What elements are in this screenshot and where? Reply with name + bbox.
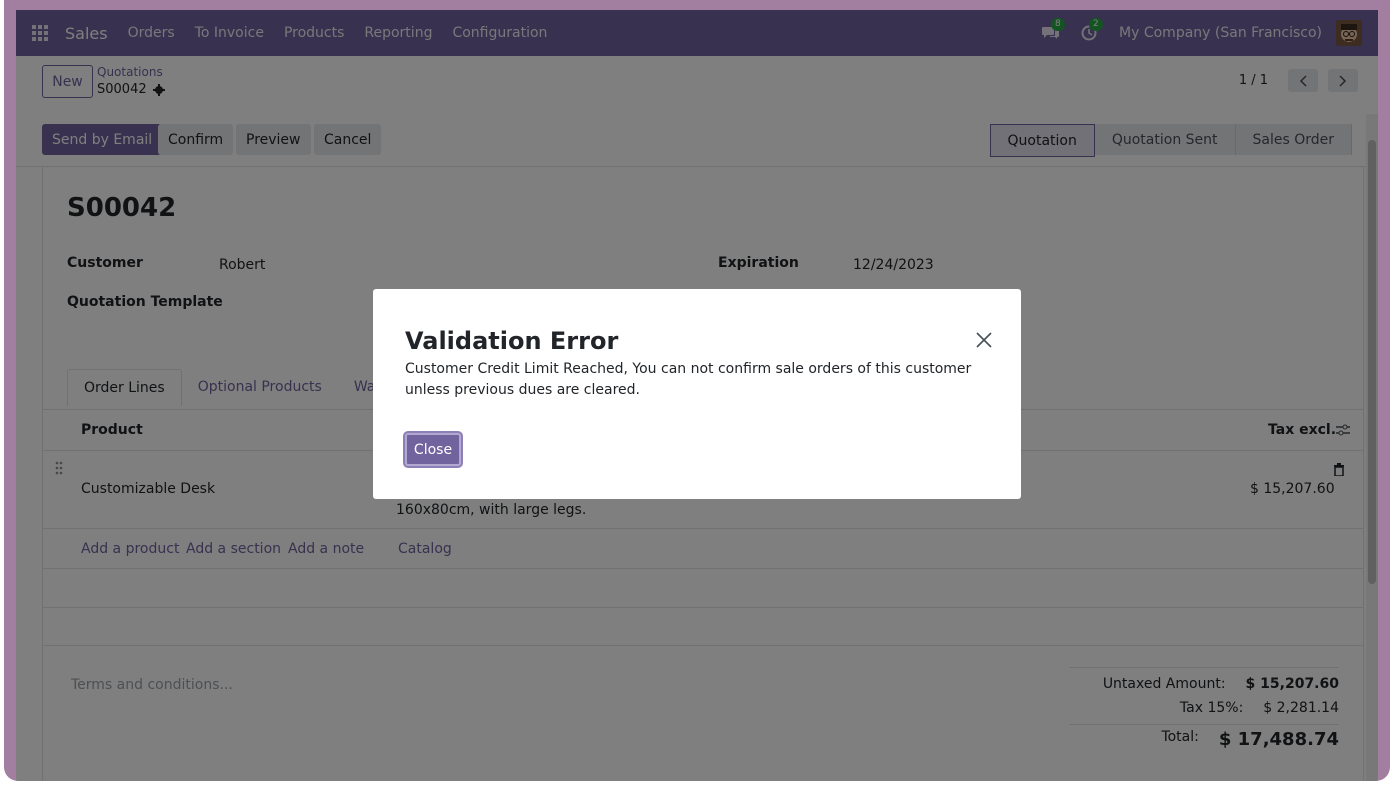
dialog-title: Validation Error: [405, 327, 619, 355]
app-window: Sales Orders To Invoice Products Reporti…: [16, 10, 1378, 781]
window-frame: Sales Orders To Invoice Products Reporti…: [4, 0, 1390, 781]
dialog-message: Customer Credit Limit Reached, You can n…: [405, 361, 972, 398]
dialog-close-button[interactable]: Close: [405, 433, 461, 466]
close-icon[interactable]: [975, 331, 993, 349]
validation-error-dialog: Validation Error Customer Credit Limit R…: [373, 289, 1021, 499]
